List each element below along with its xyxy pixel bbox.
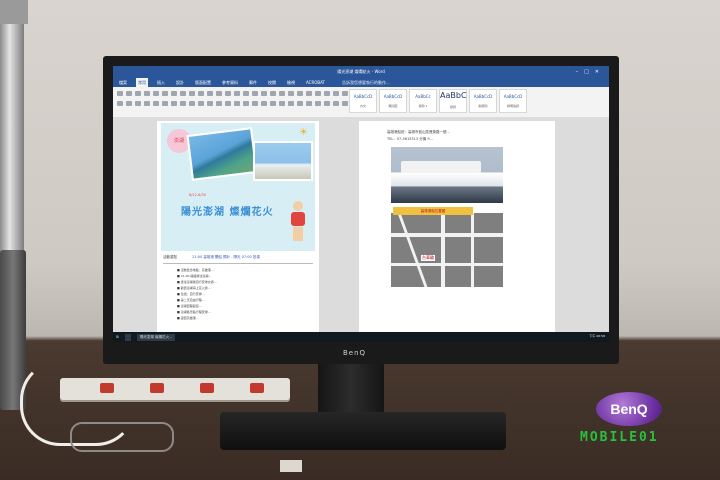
bullet-list: 活動集合地點：高雄港… 21:00 開船前往澎湖… 抵達澎湖後自行安排交通… 觀… (177, 267, 311, 321)
tab-layout[interactable]: 版面配置 (193, 78, 213, 87)
monitor: 陽光澎湖 燦爛花火 - Word –□✕ 檔案 常用 插入 設計 版面配置 參考… (103, 56, 619, 364)
tab-insert[interactable]: 插入 (155, 78, 167, 87)
power-switch (200, 383, 214, 393)
style-normal[interactable]: AaBbCcD 內文 (349, 89, 377, 113)
ribbon-tabs: 檔案 常用 插入 設計 版面配置 參考資料 郵件 校閱 檢視 ACROBAT 告… (113, 78, 609, 87)
bridge-photo (253, 141, 313, 181)
harbor-map: 台華輪 (391, 213, 503, 287)
document-area[interactable]: 澎湖 ☀ 6/12-6/30 陽光澎湖 燦爛花火 活動重點 21:00 高雄港 … (113, 117, 609, 332)
power-switch (250, 383, 264, 393)
window-title: 陽光澎湖 燦爛花火 - Word (337, 69, 385, 74)
port-info-text: 高雄港船班：高雄市鼓山區蓬萊路一號… TEL：07-5615313 分機 9… (387, 129, 450, 143)
style-no-spacing[interactable]: AaBbCcD 無間距 (379, 89, 407, 113)
start-icon[interactable]: ⊞ (116, 335, 119, 339)
tab-mailings[interactable]: 郵件 (247, 78, 259, 87)
ferry-photo (391, 147, 503, 203)
word-titlebar: 陽光澎湖 燦爛花火 - Word –□✕ (113, 66, 609, 78)
poster-dates: 6/12-6/30 (189, 193, 206, 197)
clipboard-font-tools[interactable] (117, 91, 348, 97)
windows-taskbar: ⊞ 陽光澎湖 燦爛花火... 下午 06:58 (113, 332, 609, 342)
window-controls[interactable]: –□✕ (576, 66, 605, 78)
benq-logo-badge: BenQ (596, 392, 662, 426)
style-heading-1[interactable]: AaBbCc 標題 1 (409, 89, 437, 113)
port-address: 高雄港船班：高雄市鼓山區蓬萊路一號… (387, 130, 450, 134)
list-item: 返回高雄港… (177, 315, 311, 321)
usb-dongle (280, 460, 302, 472)
document-page-2[interactable]: 高雄港船班：高雄市鼓山區蓬萊路一號… TEL：07-5615313 分機 9… … (359, 121, 555, 332)
tab-acrobat[interactable]: ACROBAT (304, 78, 327, 87)
style-title[interactable]: AaBbC 標題 (439, 89, 467, 113)
style-intense-emphasis[interactable]: AaBbCcD 鮮明強調 (499, 89, 527, 113)
mobile01-watermark: MOBILE01 (580, 430, 659, 445)
monitor-screen: 陽光澎湖 燦爛花火 - Word –□✕ 檔案 常用 插入 設計 版面配置 參考… (113, 66, 609, 342)
poster-title: 陽光澎湖 燦爛花火 (181, 207, 274, 218)
swimmer-illustration (289, 201, 307, 245)
island-photo (186, 127, 258, 181)
taskbar-word-item[interactable]: 陽光澎湖 燦爛花火... (136, 333, 176, 341)
tab-references[interactable]: 參考資料 (220, 78, 240, 87)
tab-view[interactable]: 檢視 (285, 78, 297, 87)
port-phone: TEL：07-5615313 分機 9… (387, 137, 434, 141)
monitor-stand-neck (318, 364, 384, 418)
style-subtitle[interactable]: AaBbCcD 副標題 (469, 89, 497, 113)
eyeglasses (70, 422, 174, 452)
tab-design[interactable]: 設計 (174, 78, 186, 87)
ribbon: AaBbCcD 內文 AaBbCcD 無間距 AaBbCc 標題 1 AaBbC 標題 … (113, 87, 609, 118)
travel-poster-image: 澎湖 ☀ 6/12-6/30 陽光澎湖 燦爛花火 (161, 123, 315, 251)
taskbar-search[interactable] (124, 333, 131, 341)
map-caption: 高雄港船位置圖 (393, 207, 473, 215)
info-header: 活動重點 21:00 高雄港 開船 預計 - 隔天 07:00 抵達 (163, 255, 313, 264)
document-page-1[interactable]: 澎湖 ☀ 6/12-6/30 陽光澎湖 燦爛花火 活動重點 21:00 高雄港 … (157, 121, 319, 332)
desk-lamp-cap (0, 0, 28, 24)
power-switch (150, 383, 164, 393)
tell-me-search[interactable]: 告訴我您想要執行的動作... (340, 78, 392, 87)
taskbar-clock: 下午 06:58 (589, 334, 605, 338)
monitor-brand-logo: BenQ (343, 349, 367, 357)
monitor-stand-base (220, 412, 506, 450)
map-ship-label: 台華輪 (421, 255, 435, 261)
sun-icon: ☀ (299, 127, 308, 138)
tab-file[interactable]: 檔案 (117, 78, 129, 87)
styles-gallery: AaBbCcD 內文 AaBbCcD 無間距 AaBbCc 標題 1 AaBbC 標題 … (349, 89, 527, 113)
info-value: 21:00 高雄港 開船 預計 - 隔天 07:00 抵達 (192, 255, 260, 259)
info-label: 活動重點 (163, 255, 177, 259)
tab-home[interactable]: 常用 (136, 78, 148, 87)
tab-review[interactable]: 校閱 (266, 78, 278, 87)
paragraph-tools[interactable] (117, 101, 348, 107)
